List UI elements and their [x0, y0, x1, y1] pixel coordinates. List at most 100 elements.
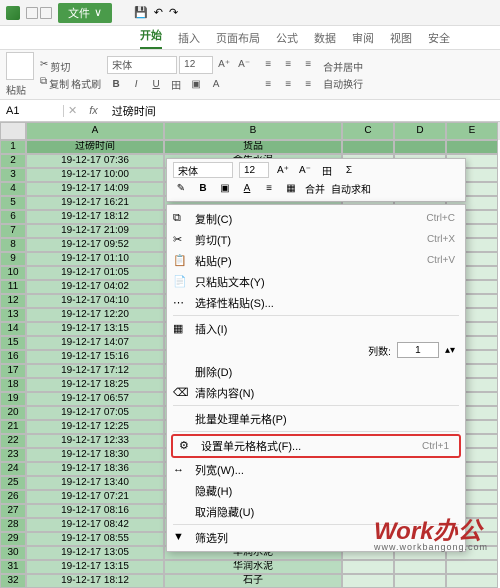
mini-grid-icon[interactable]: ▦	[283, 180, 299, 196]
cols-stepper-icon[interactable]: ▴▾	[445, 345, 455, 356]
menu-unhide[interactable]: 取消隐藏(U)	[167, 501, 465, 522]
row-header[interactable]: 11	[0, 280, 26, 294]
cell[interactable]: 19-12-17 16:21	[26, 196, 164, 210]
cell[interactable]: 19-12-17 09:52	[26, 238, 164, 252]
align-center-icon[interactable]: ≡	[279, 76, 297, 94]
mini-sum-icon[interactable]: Σ	[341, 162, 357, 178]
cell[interactable]	[394, 574, 446, 588]
row-header[interactable]: 7	[0, 224, 26, 238]
row-header[interactable]: 3	[0, 168, 26, 182]
row-header[interactable]: 24	[0, 462, 26, 476]
ribbon-tab-security[interactable]: 安全	[428, 30, 450, 46]
row-header[interactable]: 10	[0, 266, 26, 280]
ribbon-tab-formula[interactable]: 公式	[276, 30, 298, 46]
increase-font-icon[interactable]: A⁺	[215, 56, 233, 74]
cell[interactable]: 19-12-17 13:40	[26, 476, 164, 490]
row-header[interactable]: 25	[0, 476, 26, 490]
col-header-E[interactable]: E	[446, 122, 498, 140]
fill-color-icon[interactable]: ▣	[187, 76, 205, 94]
cell[interactable]: 货品	[164, 140, 342, 154]
cell[interactable]: 19-12-17 12:25	[26, 420, 164, 434]
cell[interactable]: 华润水泥	[164, 560, 342, 574]
cell[interactable]	[342, 140, 394, 154]
cell[interactable]: 19-12-17 04:02	[26, 280, 164, 294]
cell[interactable]: 19-12-17 14:09	[26, 182, 164, 196]
mini-font-name[interactable]: 宋体	[173, 162, 233, 178]
row-header[interactable]: 8	[0, 238, 26, 252]
cell[interactable]: 19-12-17 08:16	[26, 504, 164, 518]
cell[interactable]: 19-12-17 21:09	[26, 224, 164, 238]
cell[interactable]: 19-12-17 14:07	[26, 336, 164, 350]
cell[interactable]: 19-12-17 01:05	[26, 266, 164, 280]
wrap-button[interactable]: 自动换行	[323, 76, 363, 91]
row-header[interactable]: 12	[0, 294, 26, 308]
mini-font-size[interactable]: 12	[239, 162, 269, 178]
cell[interactable]: 19-12-17 18:25	[26, 378, 164, 392]
ribbon-tab-home[interactable]: 开始	[140, 27, 162, 49]
cell[interactable]: 19-12-17 13:15	[26, 322, 164, 336]
col-header-A[interactable]: A	[26, 122, 164, 140]
cell[interactable]	[446, 574, 498, 588]
row-header[interactable]: 5	[0, 196, 26, 210]
row-header[interactable]: 17	[0, 364, 26, 378]
font-name-select[interactable]: 宋体	[107, 56, 177, 74]
name-box[interactable]: A1	[0, 105, 64, 117]
select-all-button[interactable]	[0, 122, 26, 140]
row-header[interactable]: 28	[0, 518, 26, 532]
cell[interactable]: 19-12-17 12:33	[26, 434, 164, 448]
align-bot-icon[interactable]: ≡	[299, 56, 317, 74]
menu-hide[interactable]: 隐藏(H)	[167, 480, 465, 501]
menu-paste-special[interactable]: ⋯选择性粘贴(S)...	[167, 292, 465, 313]
row-header[interactable]: 15	[0, 336, 26, 350]
cell[interactable]: 19-12-17 18:12	[26, 574, 164, 588]
cell[interactable]	[394, 140, 446, 154]
mini-autosum-button[interactable]: 自动求和	[331, 181, 371, 196]
cell[interactable]: 石子	[164, 574, 342, 588]
merge-button[interactable]: 合并居中	[323, 59, 363, 74]
align-left-icon[interactable]: ≡	[259, 76, 277, 94]
mini-font-color-icon[interactable]: A	[239, 180, 255, 196]
qat-save-icon[interactable]: 💾	[134, 6, 148, 19]
menu-cut[interactable]: ✂剪切(T)Ctrl+X	[167, 229, 465, 250]
mini-align-icon[interactable]: ≡	[261, 180, 277, 196]
cell[interactable]: 19-12-17 18:12	[26, 210, 164, 224]
ribbon-tab-insert[interactable]: 插入	[178, 30, 200, 46]
row-header[interactable]: 18	[0, 378, 26, 392]
row-header[interactable]: 1	[0, 140, 26, 154]
cell[interactable]: 19-12-17 13:15	[26, 560, 164, 574]
font-color-icon[interactable]: A	[207, 76, 225, 94]
file-menu-button[interactable]: 文件 ∨	[58, 3, 112, 23]
col-header-B[interactable]: B	[164, 122, 342, 140]
mini-merge-button[interactable]: 合并	[305, 181, 325, 196]
cell[interactable]	[342, 574, 394, 588]
align-mid-icon[interactable]: ≡	[279, 56, 297, 74]
qat-redo-icon[interactable]: ↷	[169, 6, 178, 19]
col-header-D[interactable]: D	[394, 122, 446, 140]
menu-clear[interactable]: ⌫清除内容(N)	[167, 382, 465, 403]
cell[interactable]: 19-12-17 07:21	[26, 490, 164, 504]
cell[interactable]: 19-12-17 01:10	[26, 252, 164, 266]
cell[interactable]: 19-12-17 07:05	[26, 406, 164, 420]
row-header[interactable]: 26	[0, 490, 26, 504]
menu-format-cells[interactable]: ⚙设置单元格格式(F)...Ctrl+1	[171, 434, 461, 458]
row-header[interactable]: 29	[0, 532, 26, 546]
menu-copy[interactable]: ⧉复制(C)Ctrl+C	[167, 208, 465, 229]
row-header[interactable]: 19	[0, 392, 26, 406]
row-header[interactable]: 27	[0, 504, 26, 518]
cell[interactable]: 19-12-17 10:00	[26, 168, 164, 182]
ribbon-tab-view[interactable]: 视图	[390, 30, 412, 46]
cell[interactable]: 19-12-17 13:05	[26, 546, 164, 560]
row-header[interactable]: 14	[0, 322, 26, 336]
cell[interactable]: 19-12-17 18:30	[26, 448, 164, 462]
row-header[interactable]: 31	[0, 560, 26, 574]
cell[interactable]	[342, 560, 394, 574]
menu-filter[interactable]: ▼筛选列	[167, 527, 465, 548]
cell[interactable]	[446, 560, 498, 574]
format-painter-label[interactable]: 格式刷	[71, 76, 101, 91]
tab-icon-2[interactable]	[40, 7, 52, 19]
row-header[interactable]: 16	[0, 350, 26, 364]
row-header[interactable]: 32	[0, 574, 26, 588]
qat-undo-icon[interactable]: ↶	[154, 6, 163, 19]
col-header-C[interactable]: C	[342, 122, 394, 140]
decrease-font-icon[interactable]: A⁻	[235, 56, 253, 74]
